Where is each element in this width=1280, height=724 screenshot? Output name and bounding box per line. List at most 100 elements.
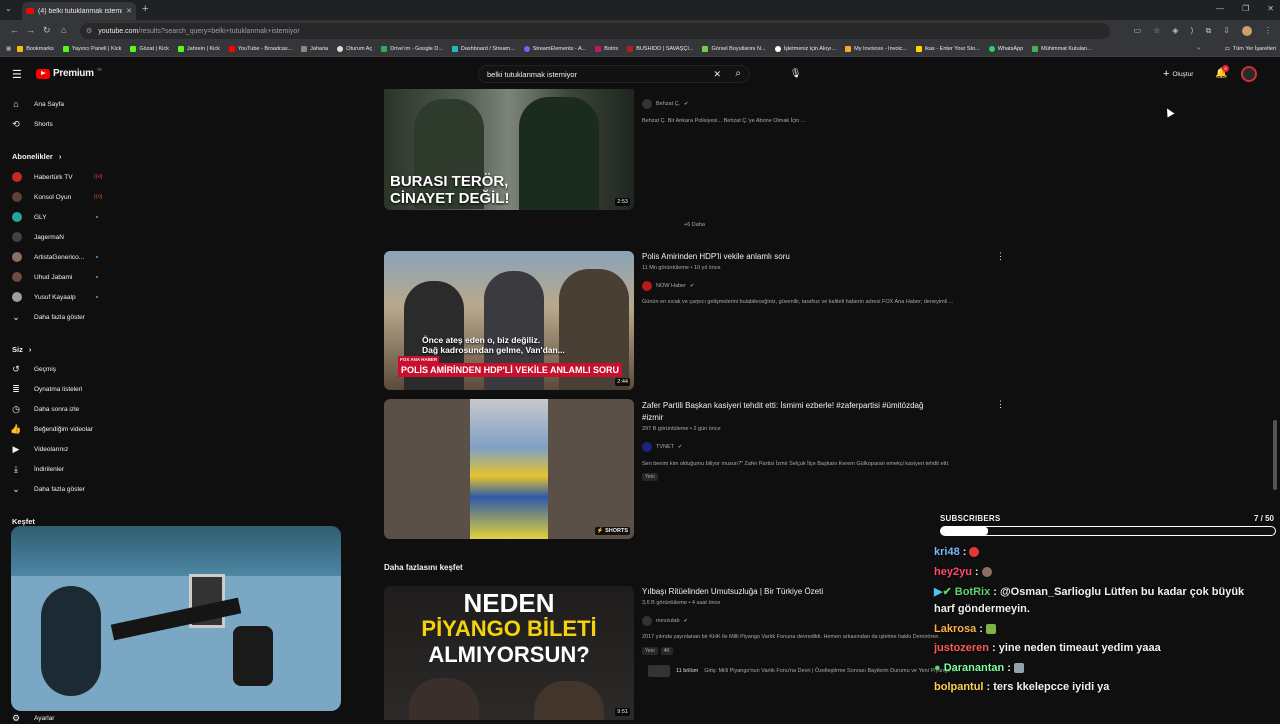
subscription-item[interactable]: GLY	[12, 212, 98, 222]
tab-close-icon[interactable]: ✕	[126, 7, 132, 15]
bookmark-item[interactable]: Yayıncı Paneli | Kick	[62, 46, 121, 52]
channel-row[interactable]: TVNET ✔	[642, 442, 682, 452]
tab-search-icon[interactable]: ⌄	[5, 4, 12, 13]
sidebar-item-watch-later[interactable]: ◷ Daha sonra izle	[10, 404, 79, 415]
bookmark-item[interactable]: İşletmeniz için Akıyı...	[774, 46, 836, 52]
browser-tab[interactable]: (4) belki tutuklanmak istemiyor ✕	[22, 2, 136, 20]
subscriber-goal-count: 7 / 50	[1253, 514, 1274, 523]
live-icon: ((•))	[94, 174, 103, 180]
subscription-item[interactable]: Yusuf Kayaalp	[12, 292, 98, 302]
you-heading[interactable]: Siz ›	[12, 345, 31, 354]
youtube-logo[interactable]: Premium TR	[36, 67, 102, 79]
star-icon	[17, 46, 24, 52]
subscriptions-heading[interactable]: Abonelikler ›	[12, 152, 61, 161]
channel-row[interactable]: mevzulab ✔	[642, 616, 688, 626]
extensions-puzzle-icon[interactable]: ⧉	[1206, 26, 1212, 36]
back-icon[interactable]: ←	[10, 25, 19, 35]
bookmark-item[interactable]: BUSHIDO | SAVAŞÇI...	[627, 46, 693, 52]
download-icon[interactable]: ⇩	[1223, 26, 1230, 36]
bookmark-item[interactable]: Bookmarks	[17, 46, 54, 52]
home-icon[interactable]: ⌂	[61, 25, 66, 35]
subscription-item[interactable]: Uhud Jabami	[12, 272, 98, 282]
video-thumbnail[interactable]: BURASI TERÖR, CİNAYET DEĞİL! 2:53	[384, 89, 634, 210]
bookmark-item[interactable]: My Invoices - Invoic...	[845, 46, 907, 52]
more-actions-icon[interactable]: ⋮	[996, 399, 1005, 410]
tab-title: (4) belki tutuklanmak istemiyor	[38, 7, 123, 15]
site-info-icon[interactable]: ⚙	[86, 27, 92, 35]
channel-row[interactable]: Behzat Ç. ✔	[642, 99, 688, 109]
bookmark-item[interactable]: ikas - Enter Your Sto...	[916, 46, 980, 52]
bookmark-item[interactable]: Dashboard / Stream...	[451, 46, 515, 52]
emote-icon	[981, 567, 992, 578]
menu-icon[interactable]: ☰	[12, 68, 22, 81]
thumb-caption: Önce ateş eden o, biz değiliz.	[422, 335, 541, 345]
subscription-item[interactable]: Konsol Oyun ((•))	[12, 192, 102, 202]
avatar[interactable]	[1241, 66, 1257, 82]
video-thumbnail[interactable]: ⚡ SHORTS	[384, 399, 634, 539]
minimize-icon[interactable]: —	[1216, 4, 1224, 13]
sidebar-item-downloads[interactable]: ⤓ İndirilenler	[10, 464, 64, 475]
bookmark-item[interactable]: Jahrein | Kick	[177, 46, 220, 52]
extension-icon[interactable]: ◈	[1172, 26, 1178, 36]
video-title[interactable]: Polis Amirinden HDP'li vekile anlamlı so…	[642, 252, 790, 261]
show-more-you[interactable]: ⌄ Daha fazla göster	[10, 484, 85, 495]
bookmark-item[interactable]: WhatsApp	[988, 46, 1023, 52]
browser-menu-icon[interactable]: ⋮	[1264, 26, 1272, 36]
all-bookmarks[interactable]: ▭ Tüm Yer İşaretleri	[1225, 46, 1276, 52]
verified-icon: ✔	[678, 444, 683, 450]
url-field[interactable]: ⚙ youtube.com /results?search_query=belk…	[80, 23, 1110, 39]
reload-icon[interactable]: ↻	[43, 25, 51, 36]
video-thumbnail[interactable]: Önce ateş eden o, biz değiliz. Dağ kadro…	[384, 251, 634, 390]
subscription-item[interactable]: JagermaN	[12, 232, 64, 242]
bookmark-item[interactable]: Botrix	[595, 46, 618, 52]
sidebar-item-liked[interactable]: 👍 Beğendiğim videolar	[10, 424, 93, 435]
channel-name: Konsol Oyun	[34, 193, 72, 201]
video-thumbnail[interactable]: NEDEN PİYANGO BİLETİ ALMIYORSUN? 9:51	[384, 586, 634, 720]
channel-row[interactable]: NOW Haber ✔	[642, 281, 694, 291]
profile-avatar[interactable]	[1242, 26, 1252, 36]
bookmark-item[interactable]: YouTube - Broadcas...	[228, 46, 293, 52]
bookmark-label: Mühimmat Kutuları...	[1041, 46, 1092, 52]
more-bookmarks-icon[interactable]: »	[1197, 46, 1200, 52]
more-results-link[interactable]: +6 Daha	[684, 222, 705, 228]
subscription-item[interactable]: ArtistaGenerico...	[12, 252, 98, 262]
mic-icon[interactable]: 🎙	[790, 68, 801, 79]
sidebar-item-home[interactable]: ⌂ Ana Sayfa	[10, 99, 64, 109]
bookmark-item[interactable]: Gözat | Kick	[130, 46, 169, 52]
window-close-icon[interactable]: ✕	[1267, 4, 1274, 13]
sidebar-item-playlists[interactable]: ≣ Oynatma listeleri	[10, 384, 82, 395]
extension2-icon[interactable]: ⟩	[1190, 26, 1193, 36]
channel-avatar	[12, 272, 22, 282]
scrollbar-thumb[interactable]	[1273, 420, 1277, 490]
clear-search-icon[interactable]: ✕	[713, 69, 721, 80]
bookmark-item[interactable]: StreamElements - A...	[523, 46, 586, 52]
bookmark-label: YouTube - Broadcas...	[237, 46, 293, 52]
sidebar-item-history[interactable]: ↺ Geçmiş	[10, 364, 56, 375]
4k-badge: 4K	[660, 647, 673, 655]
chapters-row[interactable]: 11 bölüm Giriş: Milli Piyango'nun Varlık…	[648, 665, 968, 677]
sidebar-item-settings[interactable]: ⚙ Ayarlar	[10, 713, 55, 724]
show-more-subscriptions[interactable]: ⌄ Daha fazla göster	[10, 312, 85, 323]
apps-grid-icon[interactable]: ▦	[6, 46, 11, 52]
video-meta: 297 B görüntüleme • 2 gün önce	[642, 426, 721, 432]
subscription-item[interactable]: Habertürk TV ((•))	[12, 172, 102, 182]
create-button[interactable]: + Oluştur	[1155, 65, 1202, 83]
video-title[interactable]: Yılbaşı Ritüelinden Umutsuzluğa | Bir Tü…	[642, 587, 823, 596]
shorts-frame	[470, 399, 548, 539]
more-actions-icon[interactable]: ⋮	[996, 251, 1005, 262]
search-input[interactable]: belki tutuklanmak istemiyor ✕ ⌕	[478, 65, 750, 83]
sidebar-item-your-videos[interactable]: ▶ Videolarınız	[10, 444, 69, 455]
new-tab-icon[interactable]: +	[142, 3, 148, 15]
bookmark-item[interactable]: Drive'ım - Google D...	[381, 46, 443, 52]
cast-icon[interactable]: ▭	[1134, 26, 1142, 36]
bookmark-item[interactable]: Oturum Aç	[337, 46, 372, 52]
bookmark-star-icon[interactable]: ☆	[1153, 26, 1160, 36]
sidebar-item-shorts[interactable]: ⟲ Shorts	[10, 119, 53, 130]
bookmark-item[interactable]: Jaharia	[301, 46, 328, 52]
bookmark-item[interactable]: Görsel Boyutlarını N...	[702, 46, 766, 52]
search-icon[interactable]: ⌕	[735, 68, 741, 79]
bookmark-item[interactable]: Mühimmat Kutuları...	[1032, 46, 1092, 52]
maximize-icon[interactable]: ❐	[1242, 4, 1249, 13]
video-title[interactable]: Zafer Partili Başkan kasiyeri tehdit ett…	[642, 400, 982, 424]
forward-icon[interactable]: →	[26, 25, 35, 35]
